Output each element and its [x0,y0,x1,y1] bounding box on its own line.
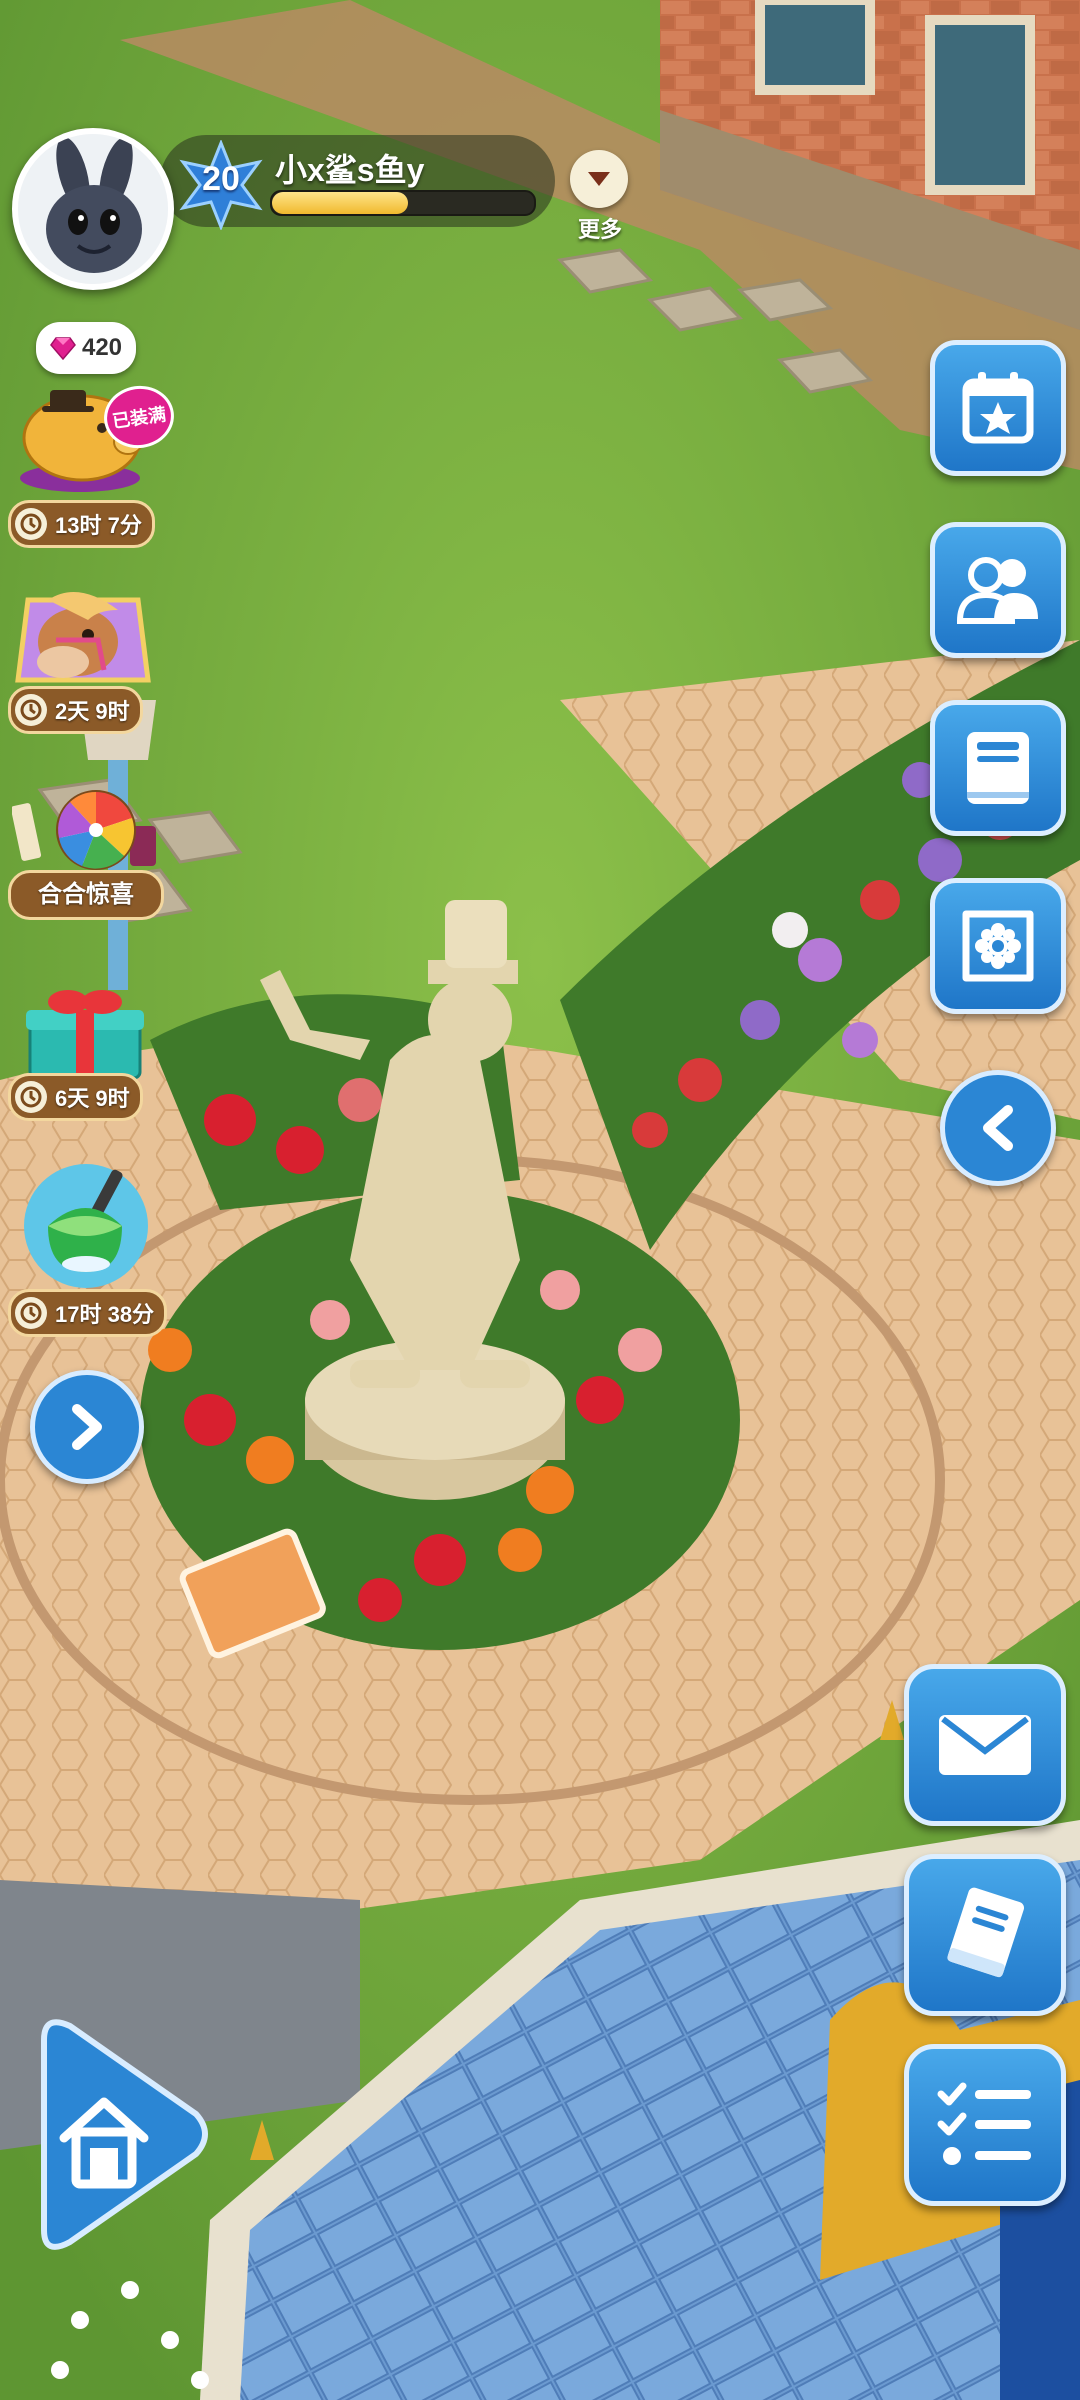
clock-icon [15,1081,47,1113]
potion-icon [24,1164,148,1288]
clock-icon [15,694,47,726]
player-level: 20 [202,160,240,198]
album-button[interactable] [930,700,1066,836]
gift-button[interactable] [20,980,150,1080]
horse-event-timer: 2天 9时 [8,686,143,734]
gem-icon [50,337,76,360]
tasks-button[interactable] [904,2044,1066,2206]
surprise-wheel-button[interactable] [10,782,162,874]
prize-wheel-icon [10,790,156,870]
gift-timer: 6天 9时 [8,1073,143,1121]
gift-timer-text: 6天 9时 [55,1086,130,1111]
expand-left-panel-button[interactable] [30,1370,144,1484]
player-name: 小x鲨s鱼y [275,152,425,188]
horse-event-button[interactable] [8,580,158,690]
more-label: 更多 [577,217,622,242]
diary-icon [947,1887,1024,1978]
more-button[interactable] [570,150,628,208]
mail-icon [939,1715,1031,1775]
gem-counter: 420 [36,322,136,374]
calendar-event-button[interactable] [930,340,1066,476]
task-list-icon [937,2082,1031,2165]
photo-frame-button[interactable] [930,878,1066,1014]
potion-timer-text: 17时 38分 [55,1302,155,1327]
bank-timer: 13时 7分 [8,500,155,548]
gem-count: 420 [81,334,123,361]
gift-box-icon [26,990,144,1080]
player-avatar[interactable] [12,128,174,290]
avatar-rabbit-icon [18,134,168,284]
bank-timer-text: 13时 7分 [55,513,142,538]
home-icon [41,2019,208,2250]
xp-progress-bar [270,190,536,216]
calendar-star-icon [962,372,1034,444]
mail-button[interactable] [904,1664,1066,1826]
chevron-left-icon [983,1105,1013,1151]
album-icon [967,732,1029,804]
collapse-right-panel-button[interactable] [940,1070,1056,1186]
chevron-right-icon [72,1404,102,1450]
diary-button[interactable] [904,1854,1066,2016]
clock-icon [15,1297,47,1329]
home-button[interactable] [24,2010,214,2260]
xp-progress-fill [272,192,409,214]
friends-button[interactable] [930,522,1066,658]
surprise-label: 合合惊喜 [8,870,164,920]
friends-icon [956,557,1038,624]
horse-event-icon [15,592,151,683]
chevron-down-icon [588,172,610,186]
photo-frame-icon [962,910,1034,982]
clock-icon [15,508,47,540]
horse-event-timer-text: 2天 9时 [55,699,130,724]
potion-button[interactable] [14,1160,156,1290]
potion-timer: 17时 38分 [8,1289,168,1337]
